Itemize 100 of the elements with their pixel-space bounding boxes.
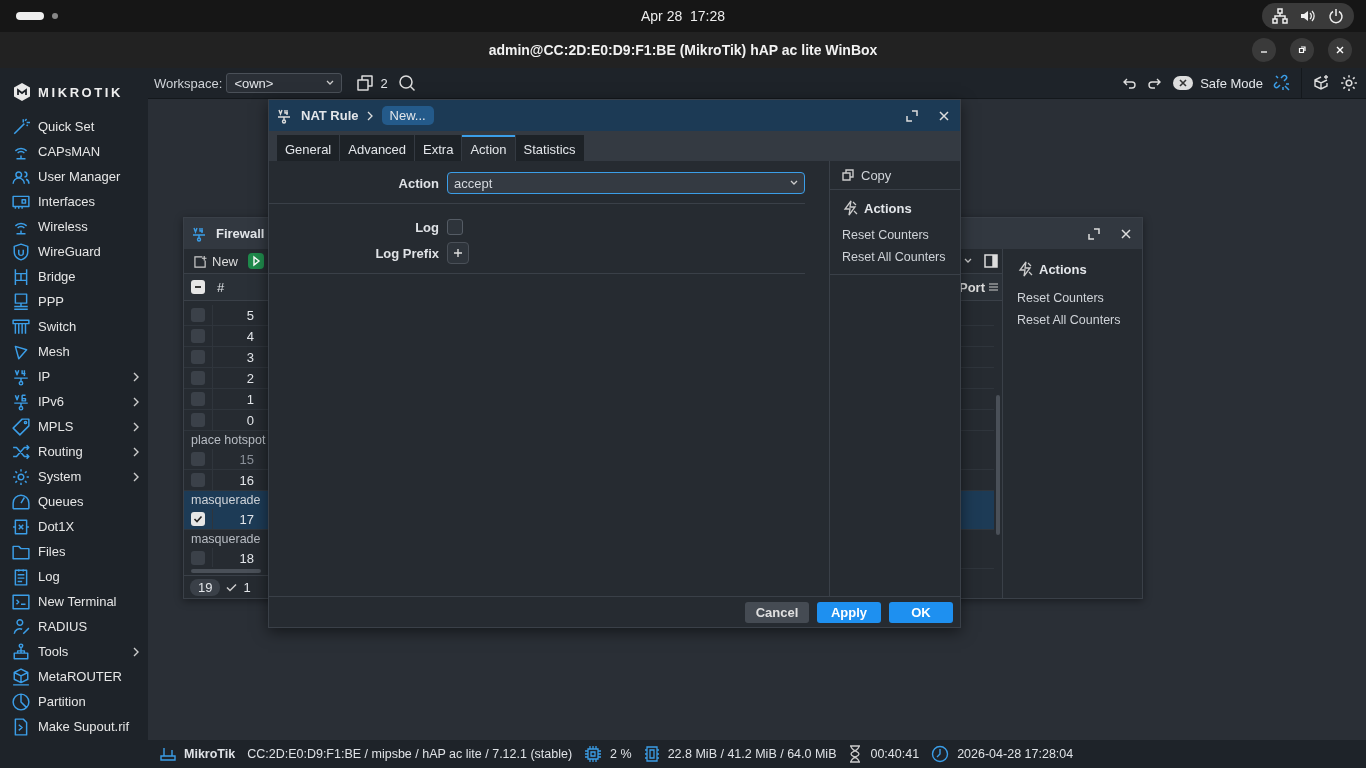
clock[interactable]: Apr 28 17:28 — [640, 8, 726, 24]
broken-link-icon[interactable] — [1273, 74, 1291, 92]
sidebar-item[interactable]: Mesh — [0, 339, 148, 364]
document-icon — [12, 567, 30, 586]
sidebar-item[interactable]: Quick Set — [0, 114, 148, 139]
memory-usage: 22.8 MiB / 41.2 MiB / 64.0 MiB — [667, 747, 837, 761]
sidebar-item[interactable]: PPP — [0, 289, 148, 314]
row-checkbox[interactable] — [191, 371, 205, 385]
sidebar-item[interactable]: IP — [0, 364, 148, 389]
sidebar-item[interactable]: Partition — [0, 689, 148, 714]
sidebar-item[interactable]: IPv6 — [0, 389, 148, 414]
close-icon[interactable] — [938, 109, 950, 122]
tab[interactable]: Extra — [415, 135, 462, 161]
sidebar-item[interactable]: Tools — [0, 639, 148, 664]
scrollbar-thumb[interactable] — [996, 395, 1000, 535]
row-checkbox[interactable] — [191, 512, 205, 526]
table-cell-text: 18 — [238, 550, 255, 566]
tab[interactable]: Statistics — [515, 135, 584, 161]
new-button[interactable]: New — [192, 253, 240, 269]
action-link[interactable]: Reset All Counters — [1017, 309, 1132, 331]
minimize-button[interactable] — [1252, 38, 1276, 62]
sidebar-item[interactable]: Queues — [0, 489, 148, 514]
system-tray[interactable] — [1262, 3, 1354, 29]
actions-heading: Actions — [1017, 261, 1132, 277]
tab[interactable]: Action — [462, 135, 515, 161]
windows-button[interactable]: 2 — [356, 74, 388, 92]
copy-button[interactable]: Copy — [830, 161, 960, 190]
sidebar-item[interactable]: Make Supout.rif — [0, 714, 148, 739]
maximize-button[interactable] — [1290, 38, 1314, 62]
select-all-checkbox[interactable] — [191, 280, 205, 294]
chevron-icon — [132, 471, 140, 482]
sidebar-item[interactable]: Interfaces — [0, 189, 148, 214]
chevron-icon — [132, 421, 140, 432]
sidebar-item[interactable]: Routing — [0, 439, 148, 464]
row-checkbox[interactable] — [191, 392, 205, 406]
workspace-dropdown[interactable]: <own> — [226, 73, 343, 93]
action-dropdown[interactable]: accept — [447, 172, 805, 194]
action-link[interactable]: Reset Counters — [1017, 287, 1132, 309]
tab[interactable]: General — [277, 135, 340, 161]
row-checkbox[interactable] — [191, 308, 205, 322]
close-button[interactable] — [1328, 38, 1352, 62]
sidebar-item[interactable]: Bridge — [0, 264, 148, 289]
close-icon[interactable] — [1120, 227, 1132, 240]
sidebar-item[interactable]: RADIUS — [0, 614, 148, 639]
table-cell-text: 16 — [238, 472, 255, 488]
sidebar-item[interactable]: Files — [0, 539, 148, 564]
activities-indicator[interactable] — [16, 12, 44, 20]
toolbox-icon — [12, 642, 30, 661]
sidebar-item[interactable]: Dot1X — [0, 514, 148, 539]
sidebar-item[interactable]: Wireless — [0, 214, 148, 239]
row-checkbox[interactable] — [191, 350, 205, 364]
sidebar-item[interactable]: System — [0, 464, 148, 489]
breadcrumb-chip[interactable]: New... — [381, 106, 434, 125]
add-button[interactable] — [447, 242, 469, 264]
file-icon — [12, 717, 30, 736]
window-title: Firewall — [216, 226, 265, 241]
sidebar-item[interactable]: MetaROUTER — [0, 664, 148, 689]
chevron-icon — [132, 646, 140, 657]
row-checkbox[interactable] — [191, 329, 205, 343]
group-row[interactable]: masquerade — [184, 530, 268, 548]
table-cell-text: 15 — [238, 451, 255, 467]
router-icon — [160, 746, 176, 762]
play-icon[interactable] — [248, 253, 264, 269]
side-panel-icon[interactable] — [984, 254, 998, 268]
scrollbar-thumb[interactable] — [191, 569, 261, 573]
row-checkbox[interactable] — [191, 413, 205, 427]
safe-mode-toggle[interactable]: Safe Mode — [1173, 75, 1263, 91]
group-row[interactable]: place hotspot — [184, 431, 268, 449]
network-icon — [190, 225, 208, 242]
settings-icon[interactable] — [1340, 74, 1358, 92]
memory-icon — [643, 745, 660, 763]
sidebar-item[interactable]: MPLS — [0, 414, 148, 439]
caret-icon[interactable] — [964, 258, 972, 264]
power-icon — [1328, 8, 1344, 24]
sidebar-item[interactable]: Log — [0, 564, 148, 589]
monitor-icon — [12, 292, 30, 311]
cube-icon — [12, 667, 30, 686]
actions-heading: Actions — [842, 200, 952, 216]
field-label: Log Prefix — [374, 245, 439, 261]
action-link[interactable]: Reset Counters — [842, 224, 952, 246]
group-row[interactable]: masquerade — [184, 491, 268, 509]
column-header[interactable]: # — [217, 279, 225, 295]
dialog-button[interactable]: Cancel — [745, 601, 809, 623]
menu-icon[interactable] — [989, 283, 998, 291]
sidebar-item[interactable]: Switch — [0, 314, 148, 339]
row-checkbox[interactable] — [191, 551, 205, 565]
sidebar-item[interactable]: User Manager — [0, 164, 148, 189]
row-checkbox[interactable] — [191, 473, 205, 487]
sidebar-item[interactable]: CAPsMAN — [0, 139, 148, 164]
restore-icon[interactable] — [1088, 227, 1100, 240]
cube-sparkle-icon[interactable] — [1312, 74, 1330, 92]
device-info: CC:2D:E0:D9:F1:BE / mipsbe / hAP ac lite / 7.12.1 (stable) — [247, 747, 573, 761]
search-icon[interactable] — [397, 74, 416, 92]
log-checkbox[interactable] — [447, 219, 463, 235]
tab[interactable]: Advanced — [340, 135, 415, 161]
sidebar-item[interactable]: WireGuard — [0, 239, 148, 264]
sidebar-item[interactable]: New Terminal — [0, 589, 148, 614]
table-cell-text: 4 — [245, 328, 255, 344]
restore-icon[interactable] — [906, 109, 918, 122]
action-link[interactable]: Reset All Counters — [842, 246, 952, 268]
